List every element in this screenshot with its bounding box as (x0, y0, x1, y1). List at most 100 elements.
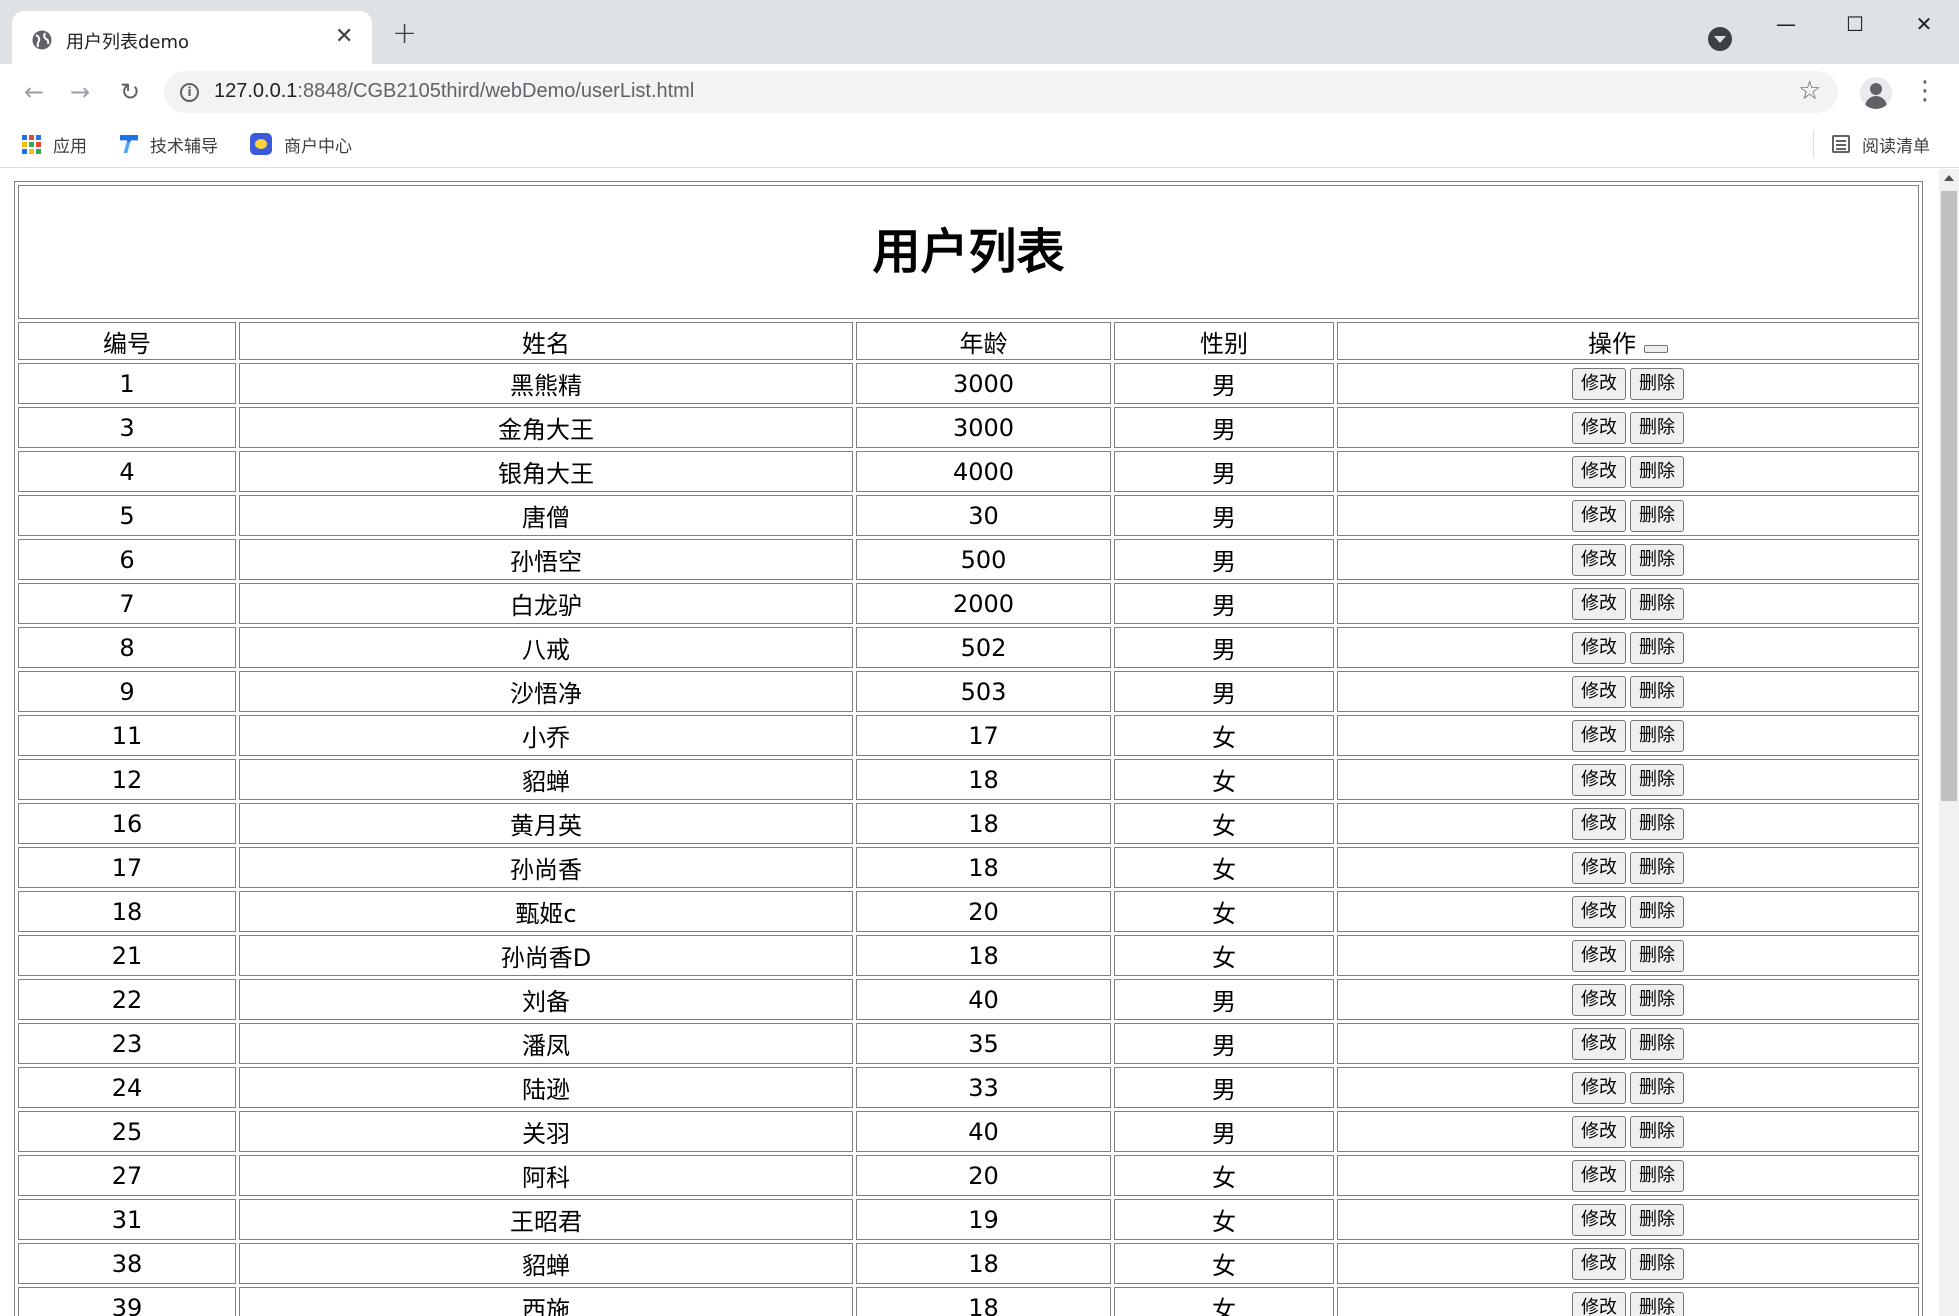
edit-button[interactable]: 修改 (1572, 368, 1626, 400)
cell-sex: 女 (1114, 935, 1334, 976)
scroll-thumb[interactable] (1941, 191, 1957, 801)
cell-name: 潘凤 (239, 1023, 853, 1064)
cell-sex: 男 (1114, 627, 1334, 668)
cell-name: 关羽 (239, 1111, 853, 1152)
edit-button[interactable]: 修改 (1572, 500, 1626, 532)
edit-button[interactable]: 修改 (1572, 852, 1626, 884)
cell-sex: 女 (1114, 803, 1334, 844)
cell-ops: 修改 删除 (1337, 1111, 1919, 1152)
url-host: 127.0.0.1 (214, 80, 298, 102)
table-row: 6 孙悟空 500 男修改 删除 (18, 539, 1919, 580)
bookmark-tech[interactable]: 技术辅导 (120, 131, 218, 157)
bookmark-label: 应用 (53, 136, 87, 157)
maximize-icon[interactable]: ☐ (1825, 8, 1885, 40)
edit-button[interactable]: 修改 (1572, 1292, 1626, 1316)
address-bar[interactable]: i 127.0.0.1:8848/CGB2105third/webDemo/us… (164, 71, 1838, 113)
edit-button[interactable]: 修改 (1572, 1072, 1626, 1104)
delete-button[interactable]: 删除 (1630, 764, 1684, 796)
edit-button[interactable]: 修改 (1572, 1116, 1626, 1148)
header-add-button[interactable] (1644, 344, 1668, 353)
bookmark-apps[interactable]: 应用 (22, 131, 87, 157)
table-row: 17 孙尚香 18 女修改 删除 (18, 847, 1919, 888)
delete-button[interactable]: 删除 (1630, 1028, 1684, 1060)
edit-button[interactable]: 修改 (1572, 896, 1626, 928)
edit-button[interactable]: 修改 (1572, 1160, 1626, 1192)
delete-button[interactable]: 删除 (1630, 544, 1684, 576)
cell-age: 18 (856, 803, 1111, 844)
edit-button[interactable]: 修改 (1572, 632, 1626, 664)
delete-button[interactable]: 删除 (1630, 1072, 1684, 1104)
tab-close-icon[interactable]: ✕ (335, 26, 353, 48)
profile-avatar-icon[interactable] (1860, 77, 1892, 109)
bookmark-label: 商户中心 (284, 136, 352, 157)
cell-ops: 修改 删除 (1337, 935, 1919, 976)
back-icon[interactable]: ← (18, 76, 50, 108)
cell-name: 小乔 (239, 715, 853, 756)
delete-button[interactable]: 删除 (1630, 368, 1684, 400)
cell-sex: 男 (1114, 979, 1334, 1020)
edit-button[interactable]: 修改 (1572, 456, 1626, 488)
edit-button[interactable]: 修改 (1572, 1248, 1626, 1280)
delete-button[interactable]: 删除 (1630, 412, 1684, 444)
header-age: 年龄 (856, 322, 1111, 360)
reading-list[interactable]: 阅读清单 (1832, 131, 1930, 157)
edit-button[interactable]: 修改 (1572, 412, 1626, 444)
cell-ops: 修改 删除 (1337, 583, 1919, 624)
cell-ops: 修改 删除 (1337, 495, 1919, 536)
bookmark-star-icon[interactable]: ☆ (1798, 76, 1821, 106)
url-text[interactable]: 127.0.0.1:8848/CGB2105third/webDemo/user… (214, 80, 694, 103)
delete-button[interactable]: 删除 (1630, 1204, 1684, 1236)
table-row: 5 唐僧 30 男修改 删除 (18, 495, 1919, 536)
edit-button[interactable]: 修改 (1572, 984, 1626, 1016)
cell-ops: 修改 删除 (1337, 539, 1919, 580)
vertical-scrollbar[interactable] (1939, 169, 1959, 1316)
delete-button[interactable]: 删除 (1630, 1116, 1684, 1148)
delete-button[interactable]: 删除 (1630, 1292, 1684, 1316)
cell-sex: 男 (1114, 451, 1334, 492)
cell-name: 白龙驴 (239, 583, 853, 624)
delete-button[interactable]: 删除 (1630, 1160, 1684, 1192)
edit-button[interactable]: 修改 (1572, 544, 1626, 576)
minimize-icon[interactable]: — (1756, 8, 1816, 40)
cell-id: 1 (18, 363, 236, 404)
edit-button[interactable]: 修改 (1572, 676, 1626, 708)
edit-button[interactable]: 修改 (1572, 764, 1626, 796)
reload-icon[interactable]: ↻ (114, 76, 146, 108)
bookmark-merchant[interactable]: 商户中心 (250, 131, 352, 157)
delete-button[interactable]: 删除 (1630, 1248, 1684, 1280)
tab-search-icon[interactable] (1708, 27, 1732, 51)
edit-button[interactable]: 修改 (1572, 808, 1626, 840)
cell-id: 9 (18, 671, 236, 712)
cell-name: 貂蝉 (239, 1243, 853, 1284)
delete-button[interactable]: 删除 (1630, 456, 1684, 488)
delete-button[interactable]: 删除 (1630, 632, 1684, 664)
edit-button[interactable]: 修改 (1572, 940, 1626, 972)
cell-ops: 修改 删除 (1337, 891, 1919, 932)
edit-button[interactable]: 修改 (1572, 720, 1626, 752)
delete-button[interactable]: 删除 (1630, 588, 1684, 620)
delete-button[interactable]: 删除 (1630, 720, 1684, 752)
forward-icon[interactable]: → (64, 76, 96, 108)
delete-button[interactable]: 删除 (1630, 500, 1684, 532)
new-tab-icon[interactable]: + (392, 19, 417, 49)
cell-name: 唐僧 (239, 495, 853, 536)
delete-button[interactable]: 删除 (1630, 808, 1684, 840)
cell-id: 21 (18, 935, 236, 976)
delete-button[interactable]: 删除 (1630, 676, 1684, 708)
cell-ops: 修改 删除 (1337, 627, 1919, 668)
edit-button[interactable]: 修改 (1572, 588, 1626, 620)
edit-button[interactable]: 修改 (1572, 1028, 1626, 1060)
scroll-up-arrow-icon[interactable] (1944, 175, 1954, 181)
window-close-icon[interactable]: ✕ (1894, 8, 1954, 40)
delete-button[interactable]: 删除 (1630, 984, 1684, 1016)
bookmark-label: 技术辅导 (150, 136, 218, 157)
user-table: 用户列表 编号 姓名 年龄 性别 操作 1 黑熊精 3000 男修改 删除 3 金角大王 30… (14, 181, 1923, 1316)
delete-button[interactable]: 删除 (1630, 940, 1684, 972)
site-info-icon[interactable]: i (180, 83, 199, 102)
delete-button[interactable]: 删除 (1630, 896, 1684, 928)
cell-id: 12 (18, 759, 236, 800)
browser-menu-icon[interactable]: ⋮ (1912, 78, 1938, 106)
browser-tab[interactable]: 用户列表demo ✕ (12, 11, 372, 64)
delete-button[interactable]: 删除 (1630, 852, 1684, 884)
edit-button[interactable]: 修改 (1572, 1204, 1626, 1236)
